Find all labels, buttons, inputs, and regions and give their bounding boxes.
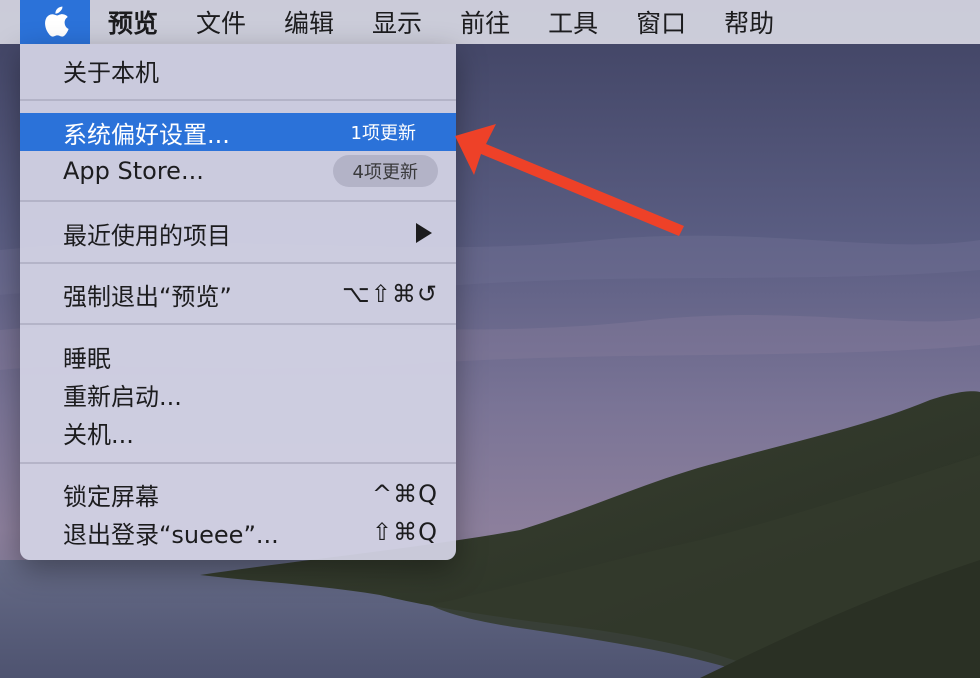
menu-item-shutdown[interactable]: 关机...	[20, 413, 456, 451]
menu-separator	[20, 99, 456, 101]
submenu-arrow-icon	[416, 223, 432, 243]
menu-item-about[interactable]: 关于本机	[20, 51, 456, 89]
menu-tools[interactable]: 工具	[529, 0, 617, 44]
menu-file[interactable]: 文件	[177, 0, 265, 44]
menu-bar: 预览 文件 编辑 显示 前往 工具 窗口 帮助	[0, 0, 980, 44]
menu-item-force-quit[interactable]: 强制退出“预览” ⌥⇧⌘↺	[20, 275, 456, 313]
apple-logo-icon	[45, 6, 69, 37]
menu-item-recent-items-label: 最近使用的项目	[63, 221, 231, 250]
menu-window[interactable]: 窗口	[617, 0, 705, 44]
menu-preview[interactable]: 预览	[90, 0, 177, 44]
menu-item-shutdown-label: 关机...	[63, 420, 134, 449]
menu-item-force-quit-label: 强制退出“预览”	[63, 282, 232, 311]
menu-edit[interactable]: 编辑	[265, 0, 353, 44]
menu-go[interactable]: 前往	[441, 0, 529, 44]
update-badge: 1项更新	[350, 123, 416, 144]
menu-item-restart-label: 重新启动...	[63, 382, 182, 411]
menu-item-lock-screen-label: 锁定屏幕	[63, 482, 159, 511]
menu-item-restart[interactable]: 重新启动...	[20, 375, 456, 413]
menu-item-app-store-label: App Store...	[63, 157, 204, 185]
menu-separator	[20, 200, 456, 202]
keyboard-shortcut: ⌥⇧⌘↺	[342, 280, 438, 308]
keyboard-shortcut: ^⌘Q	[372, 480, 438, 508]
menu-view[interactable]: 显示	[353, 0, 441, 44]
menu-help[interactable]: 帮助	[705, 0, 793, 44]
menu-item-sleep-label: 睡眠	[63, 344, 111, 373]
keyboard-shortcut: ⇧⌘Q	[372, 518, 438, 546]
menu-item-recent-items[interactable]: 最近使用的项目	[20, 214, 456, 252]
menu-separator	[20, 262, 456, 264]
menu-item-logout[interactable]: 退出登录“sueee”... ⇧⌘Q	[20, 513, 456, 551]
update-badge: 4项更新	[332, 155, 438, 187]
menu-item-lock-screen[interactable]: 锁定屏幕 ^⌘Q	[20, 475, 456, 513]
apple-menu-button[interactable]	[20, 0, 90, 44]
menu-item-sleep[interactable]: 睡眠	[20, 337, 456, 375]
menu-item-about-label: 关于本机	[63, 58, 159, 87]
menu-separator	[20, 462, 456, 464]
menu-item-system-preferences[interactable]: 系统偏好设置... 1项更新	[20, 113, 456, 151]
menu-item-logout-label: 退出登录“sueee”...	[63, 520, 279, 549]
menu-separator	[20, 323, 456, 325]
menu-item-system-preferences-label: 系统偏好设置...	[63, 120, 230, 149]
menu-item-app-store[interactable]: App Store... 4项更新	[20, 152, 456, 190]
apple-dropdown-menu: 关于本机 系统偏好设置... 1项更新 App Store... 4项更新 最近…	[20, 44, 456, 560]
